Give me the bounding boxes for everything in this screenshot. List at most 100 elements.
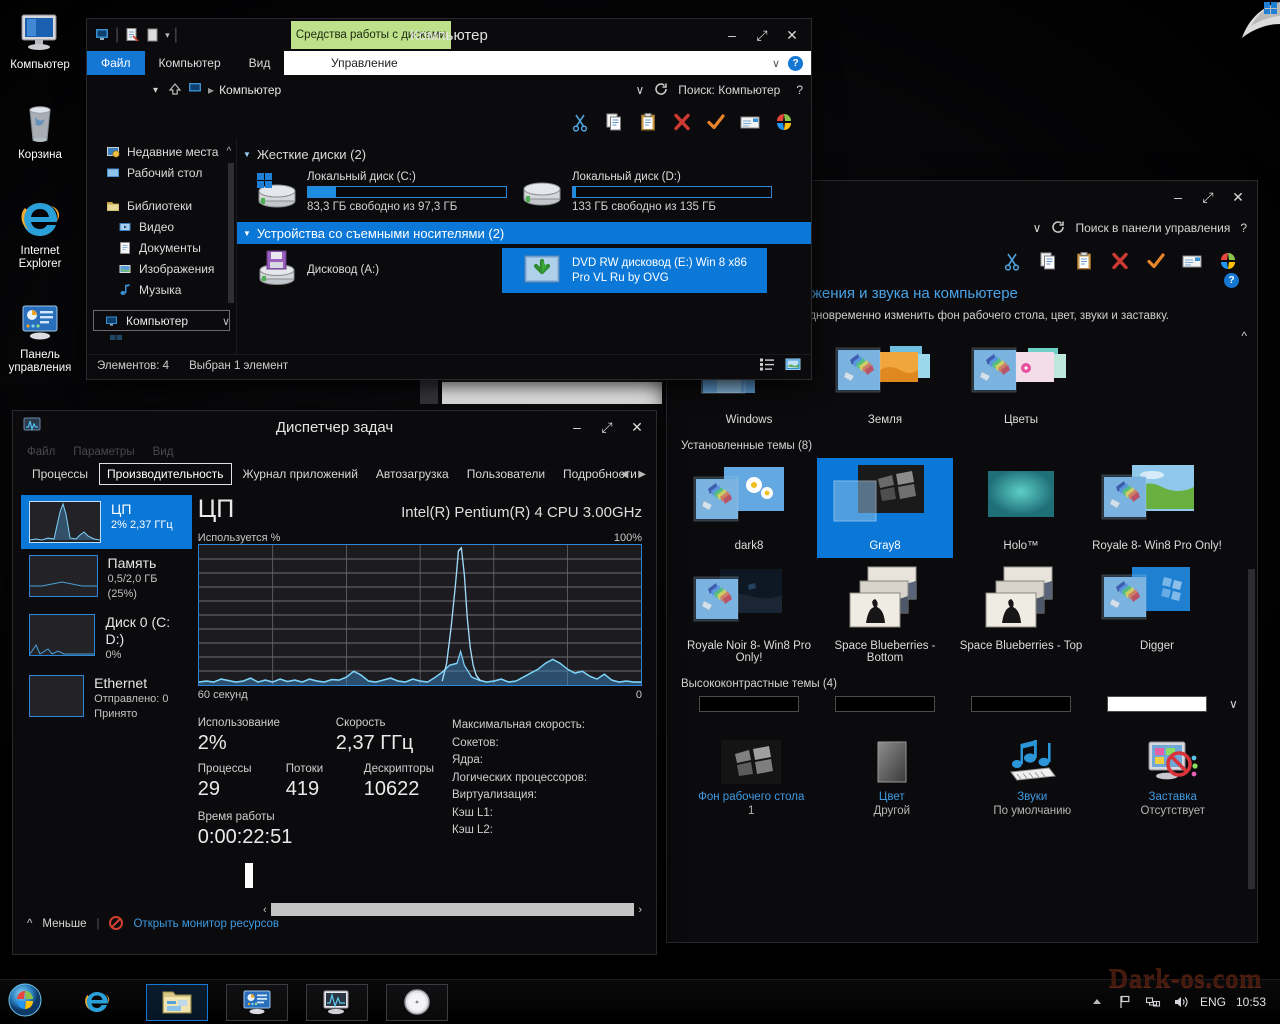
theme-item-royale-noir[interactable]: Royale Noir 8- Win8 Pro Only! xyxy=(681,558,817,670)
details-view-icon[interactable] xyxy=(759,357,775,374)
copy-icon[interactable] xyxy=(603,111,625,133)
minimize-button[interactable]: – xyxy=(717,22,747,48)
removable-item-e[interactable]: DVD RW дисковод (E:) Win 8 x86 Pro VL Ru… xyxy=(502,248,767,293)
high-contrast-theme[interactable] xyxy=(1089,696,1225,712)
properties-check-icon[interactable] xyxy=(1145,250,1167,272)
address-right-controls[interactable]: ∨ Поиск: Компьютер ? xyxy=(635,82,803,99)
quick-access-toolbar[interactable]: | ▾ | xyxy=(87,19,178,51)
option-title[interactable]: Заставка xyxy=(1103,791,1244,803)
windows-flag-icon[interactable] xyxy=(1217,250,1239,272)
windows-flag-icon[interactable] xyxy=(773,111,795,133)
personalization-scrollbar[interactable] xyxy=(1248,569,1255,889)
nav-item-pictures[interactable]: Изображения xyxy=(87,258,236,279)
resource-list[interactable]: ЦП 2% 2,37 ГГц Память 0,5/2,0 ГБ (25%) Д… xyxy=(13,487,192,907)
resource-item-disk[interactable]: Диск 0 (C: D:) 0% xyxy=(21,608,192,669)
copy-icon[interactable] xyxy=(1037,250,1059,272)
taskbar-item-internet-explorer[interactable] xyxy=(66,984,128,1021)
drive-item-c[interactable]: Локальный диск (C:) 83,3 ГБ свободно из … xyxy=(237,165,507,222)
close-button[interactable]: ✕ xyxy=(1223,184,1253,210)
search-input[interactable]: Поиск: Компьютер xyxy=(678,83,780,97)
theme-item[interactable]: Земля xyxy=(817,332,953,432)
nav-item-libraries[interactable]: Библиотеки xyxy=(87,195,236,216)
chevron-up-icon[interactable]: ^ xyxy=(226,146,231,157)
paste-icon[interactable] xyxy=(1073,250,1095,272)
show-hidden-icons-icon[interactable] xyxy=(1088,993,1106,1011)
taskbar-item-compass[interactable] xyxy=(386,983,448,1021)
taskbar-item-control-panel[interactable] xyxy=(226,983,288,1021)
collapse-triangle-icon[interactable]: ▼ xyxy=(243,150,251,159)
task-manager-window[interactable]: Диспетчер задач – ⤢ ✕ Файл Параметры Вид… xyxy=(12,410,657,955)
option-sounds[interactable]: Звуки По умолчанию xyxy=(962,728,1103,817)
explorer-window[interactable]: | ▾ | Средства работы с дисками Компьюте… xyxy=(86,18,812,380)
fewer-details-chevron-icon[interactable]: ^ xyxy=(27,918,32,930)
ribbon-tab-file[interactable]: Файл xyxy=(87,51,145,75)
chevron-down-icon[interactable]: ▾ xyxy=(165,30,170,41)
help-icon[interactable]: ? xyxy=(788,55,803,71)
explorer-window-buttons[interactable]: – ⤢ ✕ xyxy=(717,19,807,51)
nav-item-computer[interactable]: Компьютер xyxy=(93,310,230,331)
scroll-left-arrow-icon[interactable]: ‹ xyxy=(263,904,267,916)
resource-item-cpu[interactable]: ЦП 2% 2,37 ГГц xyxy=(21,495,192,549)
history-dropdown-icon[interactable]: ▾ xyxy=(153,85,158,96)
scroll-down-chevron-icon[interactable]: ∨ xyxy=(1225,696,1238,712)
close-button[interactable]: ✕ xyxy=(622,414,652,440)
high-contrast-theme[interactable] xyxy=(817,696,953,712)
new-folder-small-icon[interactable] xyxy=(144,27,161,44)
task-manager-window-buttons[interactable]: – ⤢ ✕ xyxy=(562,411,652,443)
chevron-down-icon[interactable]: ∨ xyxy=(635,83,644,97)
navigation-pane[interactable]: Недавние места ^ Рабочий стол Библиотеки xyxy=(87,139,237,354)
scroll-right-arrow-icon[interactable]: › xyxy=(638,904,642,916)
option-color[interactable]: Цвет Другой xyxy=(822,728,963,817)
personalization-search-label[interactable]: Поиск в панели управления xyxy=(1075,221,1230,235)
minimize-button[interactable]: – xyxy=(1163,184,1193,210)
menu-view[interactable]: Вид xyxy=(153,446,174,458)
personalization-window-buttons[interactable]: – ⤢ ✕ xyxy=(1163,181,1253,213)
option-title[interactable]: Звуки xyxy=(962,791,1103,803)
ribbon-tab-computer[interactable]: Компьютер xyxy=(145,51,235,75)
theme-item-royale8[interactable]: Royale 8- Win8 Pro Only! xyxy=(1089,458,1225,558)
language-indicator[interactable]: ENG xyxy=(1200,995,1226,1009)
minimize-button[interactable]: – xyxy=(562,414,592,440)
help-text-icon[interactable]: ? xyxy=(1240,221,1247,235)
resource-item-memory[interactable]: Память 0,5/2,0 ГБ (25%) xyxy=(21,549,192,608)
task-manager-horizontal-scrollbar[interactable]: ‹ › xyxy=(263,903,642,916)
tab-scroll-arrows[interactable]: ◀ ▶ xyxy=(621,469,646,480)
clock[interactable]: 10:53 xyxy=(1236,995,1266,1009)
nav-item-recent-places[interactable]: Недавние места ^ xyxy=(87,141,236,162)
theme-item-dark8[interactable]: dark8 xyxy=(681,458,817,558)
explorer-address-bar[interactable]: ▾ ▸ Компьютер ∨ Поиск: Компьютер ? xyxy=(87,75,811,105)
up-icon[interactable] xyxy=(168,82,182,99)
tab-app-history[interactable]: Журнал приложений xyxy=(236,464,365,484)
close-button[interactable]: ✕ xyxy=(777,22,807,48)
theme-item-digger[interactable]: Digger xyxy=(1089,558,1225,670)
group-header-removable[interactable]: ▼ Устройства со съемными носителями (2) xyxy=(237,222,811,244)
breadcrumb-label[interactable]: Компьютер xyxy=(219,83,281,97)
option-title[interactable]: Фон рабочего стола xyxy=(681,791,822,803)
computer-small-icon[interactable] xyxy=(94,27,111,44)
explorer-ribbon-tabs[interactable]: Файл Компьютер Вид Управление ∨ ? xyxy=(87,51,811,75)
view-mode-buttons[interactable] xyxy=(759,357,801,374)
help-text-icon[interactable]: ? xyxy=(790,83,803,97)
delete-icon[interactable] xyxy=(1109,250,1131,272)
theme-item-space-blueberries-bottom[interactable]: Space Blueberries - Bottom xyxy=(817,558,953,670)
properties-small-icon[interactable] xyxy=(123,27,140,44)
drive-item-d[interactable]: Локальный диск (D:) 133 ГБ свободно из 1… xyxy=(502,165,772,222)
high-contrast-theme[interactable] xyxy=(953,696,1089,712)
nav-expand-chevron-icon[interactable]: ∨ xyxy=(222,315,230,328)
removable-item-a[interactable]: Дисковод (A:) xyxy=(237,248,502,293)
breadcrumb[interactable]: ▸ Компьютер xyxy=(188,81,629,99)
tab-scroll-left-icon[interactable]: ◀ xyxy=(621,469,629,480)
rename-icon[interactable] xyxy=(1181,250,1203,272)
tab-users[interactable]: Пользователи xyxy=(460,464,552,484)
task-manager-menu[interactable]: Файл Параметры Вид xyxy=(13,443,656,461)
scroll-track[interactable] xyxy=(270,903,635,916)
collapse-triangle-icon[interactable]: ▼ xyxy=(243,229,251,238)
refresh-icon[interactable] xyxy=(1051,220,1065,237)
network-icon[interactable] xyxy=(1144,993,1162,1011)
ribbon-tab-view[interactable]: Вид xyxy=(235,51,285,75)
tab-scroll-right-icon[interactable]: ▶ xyxy=(638,469,646,480)
file-list[interactable]: ▼ Жесткие диски (2) Локальный диск (C:) … xyxy=(237,139,811,354)
refresh-icon[interactable] xyxy=(654,82,668,99)
theme-item-gray8[interactable]: Gray8 xyxy=(817,458,953,558)
chevron-down-icon[interactable]: ∨ xyxy=(1033,221,1042,235)
